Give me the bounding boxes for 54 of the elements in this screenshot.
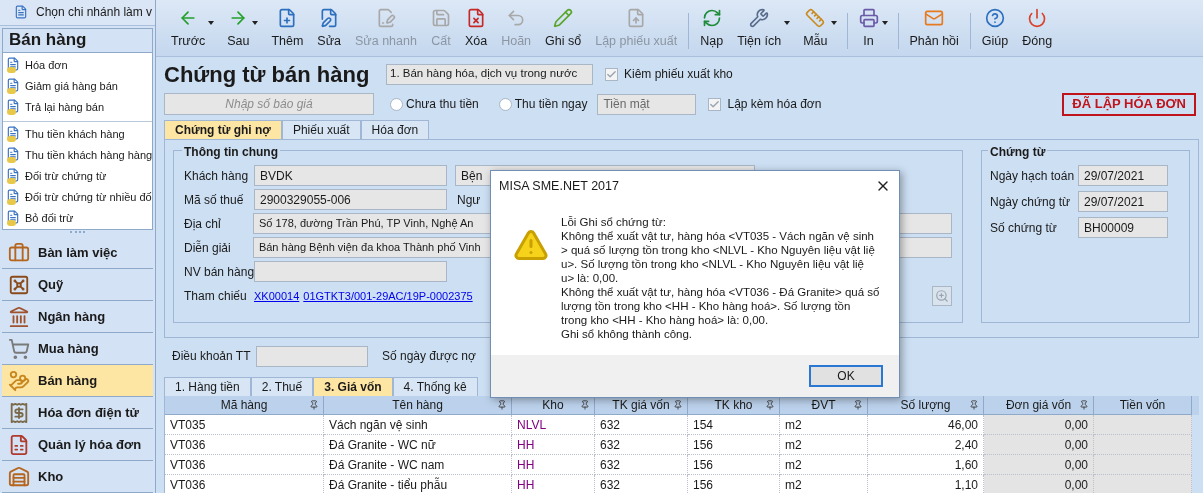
table-cell: 154 (688, 415, 780, 435)
status-stamp: ĐÃ LẬP HÓA ĐƠN (1062, 92, 1196, 116)
table-cell: Vách ngăn vệ sinh (324, 415, 512, 435)
field-label: Mã số thuế (184, 191, 245, 209)
table-cell: 0,00 (984, 435, 1094, 455)
table-cell: HH (512, 475, 595, 493)
checkbox-label: Lập kèm hóa đơn (727, 96, 822, 113)
table-cell: 632 (595, 415, 688, 435)
table-cell: m2 (780, 435, 868, 455)
form-title: Chứng từ bán hàng (164, 60, 371, 89)
radio-label: Chưa thu tiền (406, 96, 479, 113)
field-label: Diễn giải (184, 239, 232, 257)
radio-label: Thu tiền ngay (514, 96, 588, 113)
field-label: NV bán hàng (184, 263, 254, 281)
table-cell: VT036 (165, 435, 324, 455)
table-cell: 1,10 (868, 475, 984, 493)
field-label: Khách hàng (184, 167, 250, 185)
table-cell: HH (512, 455, 595, 475)
error-message: Lỗi Ghi sổ chứng từ: Không thể xuất vật tư, hàng hóa <VT035 - Vách ngăn vệ sinh > quá số lượng tồn trong kho <NLVL - Kho Nguyên liệu vật liệ u>. Số lượng tồn trong kho <NLVL - Kho Nguyên liệu vật liệ u> là: 0,00. Không thể xuất vật tư, hàng hóa <VT036 - Đá Granite> quá số lượng tồn trong kho <HH - Kho hàng hoá>. Số lượng tồn trong kho <HH - Kho hàng hoá> là: 0,00. Ghi sổ không thành công. (561, 215, 880, 342)
table-cell: Đá Granite - WC nam (324, 455, 512, 475)
table-cell: m2 (780, 455, 868, 475)
table-cell: m2 (780, 475, 868, 493)
table-cell: m2 (780, 415, 868, 435)
table-cell: 0,00 (984, 475, 1094, 493)
table-cell: VT035 (165, 415, 324, 435)
table-cell: 632 (595, 435, 688, 455)
table-cell: 2,40 (868, 435, 984, 455)
field-label: Tham chiếu (184, 288, 248, 305)
table-cell: 0,00 (984, 455, 1094, 475)
sidebar-title: Bán hàng (3, 28, 152, 53)
field-label: Ngày hạch toán (990, 167, 1076, 185)
table-cell: 632 (595, 475, 688, 493)
table-cell: NLVL (512, 415, 595, 435)
branch-label: Chọn chi nhánh làm v (36, 4, 153, 22)
checkbox-label: Kiêm phiếu xuất kho (624, 66, 733, 83)
table-cell: HH (512, 435, 595, 455)
field-label: Số ngày được nợ (382, 348, 476, 365)
table-cell: 0,00 (984, 415, 1094, 435)
field-label: Địa chỉ (184, 215, 222, 233)
field-label: Ngư (457, 191, 481, 209)
field-label: Số chứng từ (990, 219, 1058, 237)
table-cell: 632 (595, 455, 688, 475)
table-cell: 1,60 (868, 455, 984, 475)
table-cell: 156 (688, 475, 780, 493)
dialog-title: MISA SME.NET 2017 (499, 177, 619, 195)
field-label: Ngày chứng từ (990, 193, 1072, 211)
table-cell: 46,00 (868, 415, 984, 435)
table-cell: VT036 (165, 455, 324, 475)
table-cell: Đá Granite - tiểu phẫu (324, 475, 512, 493)
table-cell: Đá Granite - WC nữ (324, 435, 512, 455)
table-cell: 156 (688, 455, 780, 475)
table-cell: 156 (688, 435, 780, 455)
field-label: Điều khoản TT (172, 348, 252, 365)
table-cell: VT036 (165, 475, 324, 493)
